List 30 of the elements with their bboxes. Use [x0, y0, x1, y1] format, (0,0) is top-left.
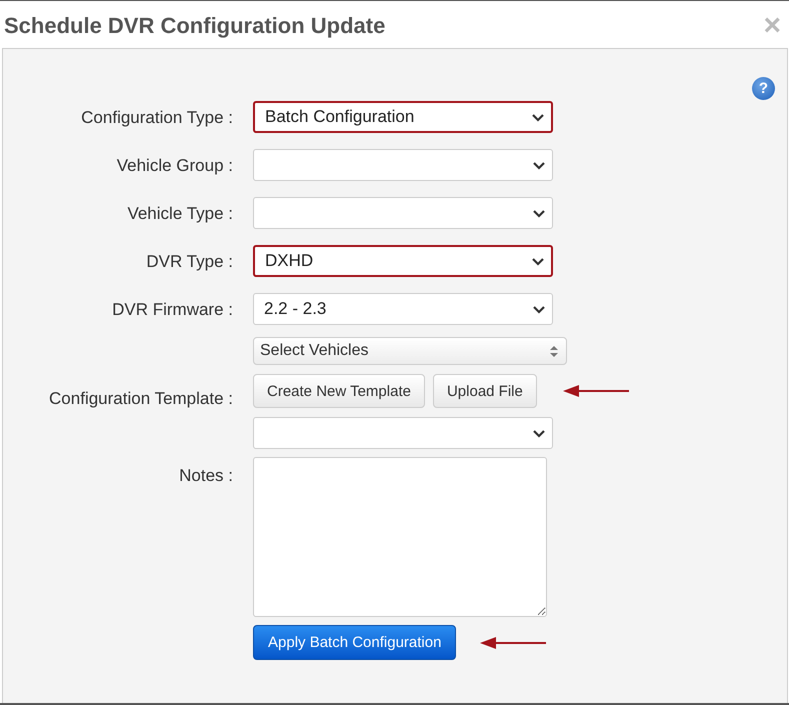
chevron-down-icon [531, 112, 545, 122]
select-field[interactable] [253, 417, 553, 449]
select-field[interactable]: 2.2 - 2.3 [253, 293, 553, 325]
field-label: DVR Firmware : [111, 299, 233, 320]
select-field[interactable]: Batch Configuration [253, 101, 553, 133]
up-down-icon [550, 346, 558, 356]
template-button[interactable]: Create New Template [253, 374, 425, 408]
chevron-down-icon [531, 256, 545, 266]
select-field[interactable] [253, 149, 553, 181]
template-button[interactable]: Upload File [432, 374, 537, 408]
picker-value: Select Vehicles [260, 342, 369, 360]
select-field[interactable] [253, 197, 553, 229]
field-label: DVR Type : [145, 251, 233, 272]
notes-field[interactable] [253, 457, 547, 617]
chevron-down-icon [532, 160, 546, 170]
field-label: Vehicle Type : [126, 203, 233, 224]
chevron-down-icon [532, 304, 546, 314]
select-field[interactable]: DXHD [253, 245, 553, 277]
field-label: Configuration Template : [48, 389, 233, 409]
field-label: Notes : [178, 465, 233, 486]
dialog-title: Schedule DVR Configuration Update [4, 13, 386, 39]
select-value: DXHD [265, 251, 314, 271]
apply-button[interactable]: Apply Batch Configuration [253, 625, 456, 660]
vehicle-picker[interactable]: Select Vehicles [253, 337, 567, 365]
select-value: 2.2 - 2.3 [264, 299, 326, 319]
field-label: Vehicle Group : [116, 155, 233, 176]
select-value: Batch Configuration [265, 107, 414, 127]
field-label: Configuration Type : [80, 107, 233, 128]
chevron-down-icon [532, 208, 546, 218]
chevron-down-icon [532, 428, 546, 438]
